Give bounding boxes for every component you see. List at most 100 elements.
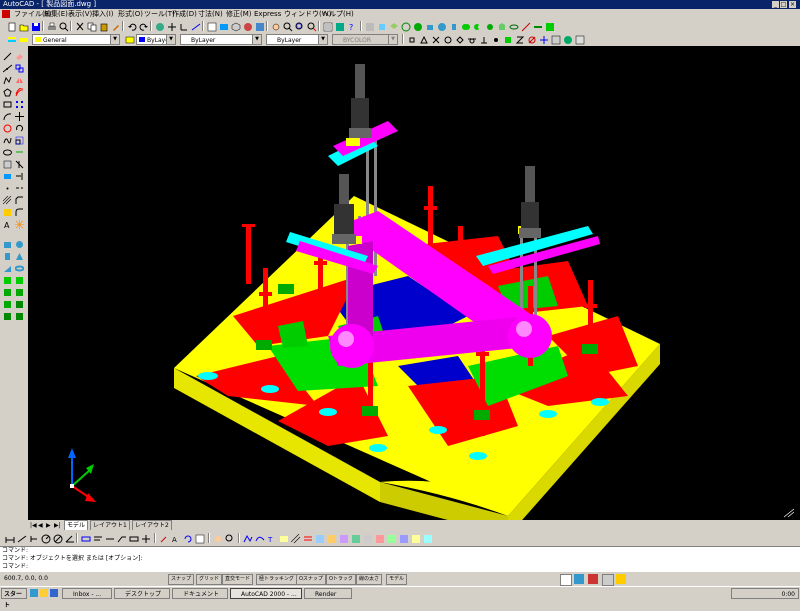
dim-text-edit-icon[interactable]: A	[170, 533, 182, 545]
interference-icon[interactable]	[544, 21, 556, 33]
break-icon[interactable]	[15, 184, 24, 193]
solid-sphere-tool-icon[interactable]	[15, 240, 24, 249]
taskbar-item-autocad[interactable]: AutoCAD 2000 - ...	[230, 588, 302, 599]
polygon-icon[interactable]	[3, 88, 12, 97]
otrack-toggle[interactable]: Oトラック	[326, 574, 356, 585]
subtract-icon[interactable]	[472, 21, 484, 33]
orbit-icon[interactable]	[400, 21, 412, 33]
quick-dim-icon[interactable]	[80, 533, 92, 545]
zoom-window-icon[interactable]	[294, 21, 306, 33]
copy-object-icon[interactable]	[15, 64, 24, 73]
tray-status-icon[interactable]	[560, 574, 572, 586]
attribute-icon[interactable]	[362, 533, 374, 545]
ole-icon[interactable]	[338, 533, 350, 545]
command-prompt[interactable]: コマンド:	[0, 563, 800, 571]
dim-diameter-icon[interactable]	[52, 533, 64, 545]
solid-cone-tool-icon[interactable]	[15, 252, 24, 261]
print-preview-icon[interactable]	[58, 21, 70, 33]
quick-launch-desktop-icon[interactable]	[40, 589, 48, 597]
quick-launch-ie-icon[interactable]	[30, 589, 38, 597]
grid-toggle[interactable]: グリッド	[196, 574, 223, 585]
design-center-icon[interactable]	[334, 21, 346, 33]
array-icon[interactable]	[15, 100, 24, 109]
union-icon[interactable]	[460, 21, 472, 33]
mirror-icon[interactable]	[15, 76, 24, 85]
dim-update-icon[interactable]	[182, 533, 194, 545]
menu-item-dimension[interactable]: 寸法(N)	[198, 9, 223, 20]
offset-icon[interactable]	[15, 87, 24, 97]
extend-icon[interactable]	[15, 172, 24, 181]
point-icon[interactable]	[3, 184, 12, 193]
make-current-layer-icon[interactable]	[18, 34, 30, 46]
edit-multiline-icon[interactable]	[302, 533, 314, 545]
menu-item-modify[interactable]: 修正(M)	[226, 9, 252, 20]
spline-icon[interactable]	[3, 136, 12, 145]
trim-icon[interactable]	[15, 160, 24, 169]
leader-icon[interactable]	[116, 533, 128, 545]
snap-none-icon[interactable]	[526, 34, 538, 46]
solid-cylinder-tool-icon[interactable]	[3, 252, 12, 261]
view-front-icon[interactable]	[364, 21, 376, 33]
xref-icon[interactable]	[314, 533, 326, 545]
dim-linear-icon[interactable]	[4, 533, 16, 545]
arc-icon[interactable]	[3, 112, 12, 121]
rotate-icon[interactable]	[15, 124, 24, 133]
restore-icon[interactable]: □	[780, 1, 787, 8]
solid-extrude-tool-icon[interactable]	[3, 276, 12, 285]
edit-hatch-icon[interactable]	[290, 533, 302, 545]
circle-icon[interactable]	[3, 124, 12, 133]
snap-endpoint-icon[interactable]	[406, 34, 418, 46]
dim-aligned-icon[interactable]	[16, 533, 28, 545]
snap-midpoint-icon[interactable]	[418, 34, 430, 46]
edit-text-icon[interactable]: T	[266, 533, 278, 545]
make-block-icon[interactable]	[3, 172, 12, 181]
properties-icon[interactable]	[322, 21, 334, 33]
solid-cylinder-icon[interactable]	[448, 21, 460, 33]
menu-item-insert[interactable]: 挿入(I)	[92, 9, 114, 20]
tolerance-icon[interactable]	[128, 533, 140, 545]
image-icon[interactable]	[326, 533, 338, 545]
close-icon[interactable]: ×	[789, 1, 796, 8]
clean-screen-icon[interactable]	[602, 574, 614, 586]
3d-view-icon[interactable]	[230, 21, 242, 33]
rectangle-icon[interactable]	[3, 100, 12, 109]
explode-icon[interactable]	[15, 220, 24, 229]
limits-icon[interactable]	[422, 533, 434, 545]
distance-icon[interactable]	[190, 21, 202, 33]
solid-wedge-tool-icon[interactable]	[3, 264, 12, 273]
paste-icon[interactable]	[98, 21, 110, 33]
zoom-previous-icon[interactable]	[306, 21, 318, 33]
menu-item-view[interactable]: 表示(V)	[68, 9, 92, 20]
hatch-icon[interactable]	[2, 195, 12, 205]
match-properties-icon[interactable]	[110, 21, 122, 33]
snap-toggle[interactable]: スナップ	[168, 574, 195, 585]
recover-icon[interactable]	[398, 533, 410, 545]
orbit-continuous-icon[interactable]	[412, 21, 424, 33]
snap-tracking-icon[interactable]	[562, 34, 574, 46]
snap-tangent-icon[interactable]	[466, 34, 478, 46]
pan-realtime-icon[interactable]	[270, 21, 282, 33]
ellipse-icon[interactable]	[3, 148, 12, 157]
hyperlink-icon[interactable]	[154, 21, 166, 33]
shade-icon[interactable]	[242, 21, 254, 33]
layer-manager-icon[interactable]	[6, 34, 18, 46]
command-line[interactable]: コマンド: コマンド: オブジェクトを選択 または [オプション]: コマンド:	[0, 546, 800, 573]
minimize-icon[interactable]: _	[772, 1, 779, 8]
layer-dropdown[interactable]: General ▼	[32, 34, 120, 45]
dim-ordinate-icon[interactable]	[28, 533, 40, 545]
menu-item-tools[interactable]: ツール(T)	[144, 9, 175, 20]
view-top-icon[interactable]	[376, 21, 388, 33]
solid-sphere-icon[interactable]	[436, 21, 448, 33]
taskbar-item-desktop[interactable]: デスクトップ	[114, 588, 170, 599]
menu-item-draw[interactable]: 作成(D)	[172, 9, 197, 20]
ucs-icon[interactable]	[178, 21, 190, 33]
polar-toggle[interactable]: 極トラッキング	[256, 574, 297, 585]
multiline-text-icon[interactable]: A	[3, 220, 12, 230]
render-status-icon[interactable]	[588, 574, 598, 584]
insert-block-icon[interactable]	[3, 160, 12, 169]
dim-edit-icon[interactable]	[158, 533, 170, 545]
dim-continue-icon[interactable]	[104, 533, 116, 545]
snap-quadrant-icon[interactable]	[454, 34, 466, 46]
solid-slice-tool-icon[interactable]	[15, 300, 24, 309]
edit-spline-icon[interactable]	[254, 533, 266, 545]
